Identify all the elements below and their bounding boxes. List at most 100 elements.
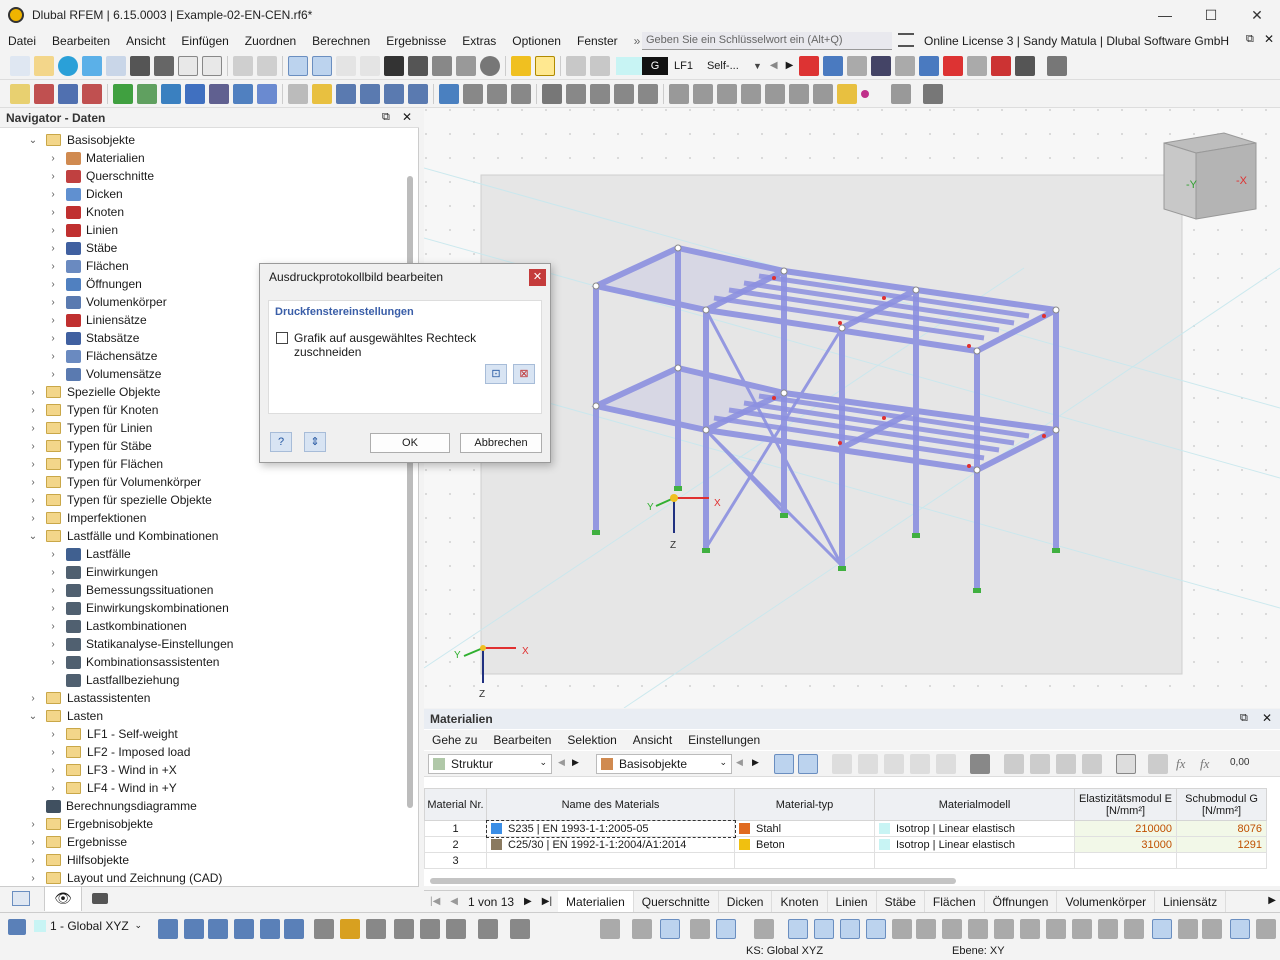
polyline-icon[interactable] <box>82 83 102 104</box>
cell-G[interactable]: 1291 <box>1176 836 1267 853</box>
surface-type-icon[interactable] <box>185 83 205 104</box>
undo-icon[interactable] <box>233 55 253 76</box>
square-snap-icon[interactable] <box>840 919 860 939</box>
formula-icon[interactable]: fx <box>1176 756 1185 772</box>
print-preview-icon[interactable] <box>106 55 126 76</box>
cell-name[interactable] <box>486 852 735 869</box>
select-in-graphics-icon[interactable] <box>774 754 794 774</box>
print-icon[interactable] <box>154 55 174 76</box>
maximize-button[interactable]: ☐ <box>1188 0 1234 30</box>
tree-item[interactable]: › Lastkombinationen <box>48 617 186 635</box>
load-list-icon[interactable] <box>590 55 610 76</box>
menu-extras[interactable]: Extras <box>454 34 504 48</box>
expand-icon[interactable]: › <box>28 423 38 434</box>
tree-item[interactable]: › Typen für Volumenkörper <box>28 473 201 491</box>
cell-model[interactable]: Isotrop | Linear elastisch <box>874 836 1075 853</box>
tree-item[interactable]: › Spezielle Objekte <box>28 383 160 401</box>
sort-icon[interactable] <box>936 754 956 774</box>
cell-name[interactable]: S235 | EN 1993-1-1:2005-05 <box>485 819 736 838</box>
endpoint-icon[interactable] <box>1124 919 1144 939</box>
tree-item[interactable]: › Liniensätze <box>48 311 146 329</box>
line-support-icon[interactable] <box>137 83 157 104</box>
grid-dots-icon[interactable] <box>600 919 620 939</box>
expand-icon[interactable]: › <box>48 207 58 218</box>
lines-icon[interactable] <box>1178 919 1198 939</box>
next-type-icon[interactable]: ▶ <box>752 757 759 768</box>
frame-icon[interactable] <box>463 83 483 104</box>
scale-icon[interactable] <box>765 83 785 104</box>
expand-icon[interactable]: › <box>28 819 38 830</box>
crop-to-rectangle-checkbox[interactable] <box>276 332 288 344</box>
dimension-icon[interactable] <box>336 55 356 76</box>
view-icon[interactable] <box>614 83 634 104</box>
delete-row-icon[interactable] <box>970 754 990 774</box>
tree-item[interactable]: › Flächen <box>48 257 128 275</box>
delete-icon[interactable] <box>1030 754 1050 774</box>
next-loadcase-icon[interactable]: ▶ <box>786 60 794 71</box>
snap-object-icon[interactable] <box>366 919 386 939</box>
grid-display-icon[interactable] <box>1152 919 1172 939</box>
menu-gehe-zu[interactable]: Gehe zu <box>424 733 485 747</box>
expand-icon[interactable]: › <box>48 315 58 326</box>
result-values-icon[interactable] <box>871 55 892 76</box>
cell-type[interactable]: Beton <box>734 836 875 853</box>
xyz-icon[interactable] <box>847 55 868 76</box>
chevron-down-icon[interactable]: ▼ <box>753 61 762 71</box>
col-g-modulus[interactable]: Schubmodul G [N/mm²] <box>1176 788 1267 821</box>
tree-item[interactable]: › Imperfektionen <box>28 509 146 527</box>
table-row[interactable]: 1 S235 | EN 1993-1-1:2005-05 Stahl Isotrop … <box>424 819 1267 838</box>
node-load-icon[interactable] <box>312 83 332 104</box>
new-surface-icon[interactable] <box>161 83 181 104</box>
measure-icon[interactable] <box>943 55 964 76</box>
tree-item[interactable]: › LF2 - Imposed load <box>48 743 190 761</box>
table-horizontal-scrollbar[interactable] <box>430 878 956 884</box>
expand-icon[interactable]: › <box>48 585 58 596</box>
expand-icon[interactable]: › <box>28 459 38 470</box>
report-icon[interactable] <box>178 55 198 76</box>
menu-datei[interactable]: Datei <box>0 34 44 48</box>
save-icon[interactable] <box>130 55 150 76</box>
formula-clear-icon[interactable]: fx <box>1200 756 1209 772</box>
prev-page-icon[interactable]: ◀ <box>446 896 462 907</box>
line-load-icon[interactable] <box>360 83 380 104</box>
menu-table-ansicht[interactable]: Ansicht <box>625 733 680 747</box>
abc-icon[interactable] <box>1148 754 1168 774</box>
menu-ergebnisse[interactable]: Ergebnisse <box>378 34 454 48</box>
view-cube[interactable]: -Y -X <box>1163 132 1257 220</box>
menu-fenster[interactable]: Fenster <box>569 34 626 48</box>
cell-name[interactable]: C25/30 | EN 1992-1-1:2004/A1:2014 <box>486 836 735 853</box>
align-nodes-icon[interactable] <box>690 919 710 939</box>
solid-tool-icon[interactable] <box>233 83 253 104</box>
tree-item[interactable]: › Einwirkungen <box>48 563 158 581</box>
undock-table-icon[interactable]: ⧉ <box>1240 712 1248 725</box>
cell-E[interactable] <box>1074 852 1177 869</box>
expand-icon[interactable]: › <box>28 495 38 506</box>
guide-icon[interactable] <box>420 919 440 939</box>
new-model-icon[interactable] <box>10 55 30 76</box>
table-row[interactable]: 3 <box>424 852 1267 869</box>
filter-icon[interactable] <box>1015 55 1036 76</box>
rendering-icon[interactable] <box>1202 919 1222 939</box>
tree-item[interactable]: › Typen für Stäbe <box>28 437 151 455</box>
work-plane-toggle-icon[interactable] <box>1230 919 1250 939</box>
tree-item[interactable]: › Ergebnisobjekte <box>28 815 153 833</box>
expand-icon[interactable]: › <box>28 837 38 848</box>
object-type-select[interactable]: Basisobjekte ⌄ <box>596 754 732 774</box>
view-front-icon[interactable] <box>184 919 204 939</box>
node-filter-icon[interactable] <box>799 55 820 76</box>
dimension-tool-icon[interactable] <box>394 919 414 939</box>
expand-icon[interactable]: › <box>48 189 58 200</box>
console-icon[interactable] <box>384 55 404 76</box>
expand-icon[interactable]: › <box>48 261 58 272</box>
cell-G[interactable]: 8076 <box>1176 820 1267 837</box>
cell-model[interactable]: Isotrop | Linear elastisch <box>874 820 1075 837</box>
collapse-icon[interactable]: ⌄ <box>28 531 38 542</box>
menu-selektion[interactable]: Selektion <box>559 733 624 747</box>
workplane-icon[interactable] <box>446 919 466 939</box>
tab-0[interactable]: Materialien <box>558 890 634 913</box>
col-material-type[interactable]: Material-typ <box>734 788 875 821</box>
expand-icon[interactable]: › <box>48 783 58 794</box>
funnel-icon[interactable] <box>439 83 459 104</box>
coords-icon[interactable] <box>967 55 988 76</box>
rotate-icon[interactable] <box>741 83 761 104</box>
